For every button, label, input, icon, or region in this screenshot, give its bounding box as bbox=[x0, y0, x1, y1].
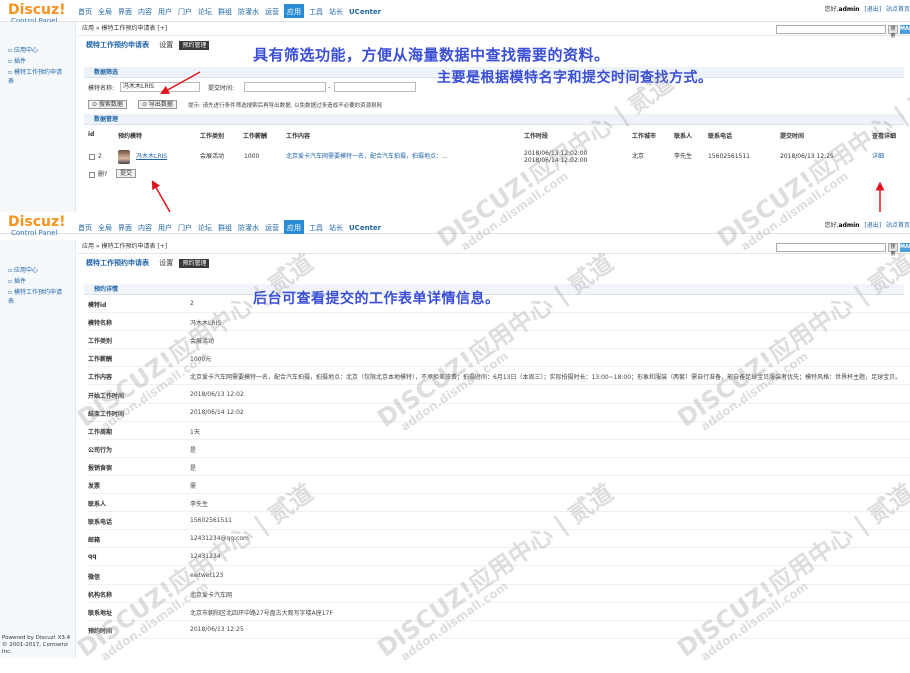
sidebar-item-label: 模特工作预约申请表 bbox=[8, 289, 62, 305]
detail-value: 2 bbox=[190, 300, 194, 307]
detail-key: 模特id bbox=[88, 302, 107, 309]
detail-value: 李先生 bbox=[190, 501, 209, 509]
detail-row: 工作周期 1天 bbox=[88, 422, 910, 440]
nav-item-1[interactable]: 全局 bbox=[97, 222, 113, 234]
sidebar: ▫ 应用中心 ▫ 插件 ▫ 模特工作预约申请表 Powered by Discu… bbox=[0, 240, 76, 658]
sidebar-item-plugins[interactable]: ▫ 插件 bbox=[0, 277, 75, 286]
detail-value: 15602561511 bbox=[190, 517, 232, 525]
sidebar-item-app-center[interactable]: ▫ 应用中心 bbox=[0, 266, 75, 275]
page-title: 模特工作预约申请表 bbox=[86, 259, 149, 267]
nav-item-4[interactable]: 用户 bbox=[157, 222, 173, 234]
tab-settings[interactable]: 设置 bbox=[159, 259, 173, 267]
detail-value: 北京市朝阳区北四环中路27号盘古大观写字楼A座17F bbox=[190, 609, 333, 617]
detail-key: 工作薪酬 bbox=[88, 356, 113, 364]
detail-row: 结束工作时间 2018/06/14 12:02 bbox=[88, 404, 910, 422]
detail-row: 联系电话 15602561511 bbox=[88, 512, 910, 531]
sidebar-item-label: 插件 bbox=[13, 278, 26, 285]
detail-value: 是 bbox=[190, 446, 197, 454]
username: admin bbox=[838, 222, 860, 229]
detail-row: 报销食宿 是 bbox=[88, 458, 910, 476]
detail-value: 2018/06/13 12:02 bbox=[190, 390, 244, 398]
nav-item-8[interactable]: 防灌水 bbox=[237, 222, 260, 234]
powered-line1: Powered by Discuz! X3.4 bbox=[2, 635, 71, 641]
nav-item-3[interactable]: 内容 bbox=[137, 222, 153, 234]
detail-key: 联系电话 bbox=[88, 519, 113, 527]
sidebar-item-label: 应用中心 bbox=[13, 267, 38, 274]
detail-key: 工作类别 bbox=[88, 338, 113, 346]
arrow-to-model-link bbox=[151, 180, 171, 212]
logout-link[interactable]: [退出] bbox=[864, 222, 881, 229]
admin-search-input[interactable] bbox=[776, 243, 886, 252]
logo-text: Discuz! bbox=[8, 214, 66, 230]
user-bar: 您好,admin [退出] 站点首页 bbox=[822, 220, 910, 229]
top-nav: 首页 全局 界面 内容 用户 门户 论坛 群组 防灌水 运营 应用 工具 站长 UCenter bbox=[77, 220, 386, 234]
nav-item-5[interactable]: 门户 bbox=[177, 222, 193, 234]
tab-manage[interactable]: 预约管理 bbox=[179, 259, 210, 268]
detail-key: 模特名称 bbox=[88, 320, 113, 328]
page-tabs: 模特工作预约申请表 设置 预约管理 bbox=[78, 254, 910, 272]
arrow-to-name-input bbox=[160, 71, 201, 95]
screenshot-list-view: Discuz! Control Panel 首页 全局 界面 内容 用户 门户 论坛 群组 防灌… bbox=[0, 0, 910, 212]
detail-row: 发票 需 bbox=[88, 476, 910, 494]
discuz-logo[interactable]: Discuz! Control Panel bbox=[8, 215, 66, 237]
greeting: 您好, bbox=[824, 222, 839, 229]
detail-key: 工作内容 bbox=[88, 374, 113, 382]
annotation-arrows bbox=[151, 71, 885, 212]
sidebar-item-model-booking[interactable]: ▫ 模特工作预约申请表 bbox=[0, 288, 75, 306]
detail-key: 发票 bbox=[88, 483, 101, 490]
detail-key: 邮箱 bbox=[88, 537, 101, 545]
admin-search-button[interactable]: 搜索 bbox=[888, 243, 898, 257]
detail-key: 微信 bbox=[88, 573, 101, 581]
detail-key: qq bbox=[88, 553, 97, 561]
detail-row: 预约时间 2018/06/13 12:25 bbox=[88, 621, 910, 639]
powered-by: Powered by Discuz! X3.4 © 2001-2017, Com… bbox=[2, 635, 75, 656]
nav-item-10[interactable]: 应用 bbox=[284, 220, 304, 234]
nav-item-6[interactable]: 论坛 bbox=[197, 222, 213, 234]
site-home-link[interactable]: 站点首页 bbox=[886, 222, 910, 229]
detail-key: 报销食宿 bbox=[88, 464, 113, 472]
nav-item-11[interactable]: 工具 bbox=[308, 222, 324, 234]
detail-row: 联系人 李先生 bbox=[88, 494, 910, 513]
detail-key: 联系人 bbox=[88, 501, 107, 509]
nav-item-0[interactable]: 首页 bbox=[77, 222, 93, 234]
nav-item-9[interactable]: 运营 bbox=[264, 222, 280, 234]
detail-key: 机构名称 bbox=[88, 591, 113, 599]
detail-key: 公司行为 bbox=[88, 446, 113, 454]
detail-value: 1天 bbox=[190, 428, 200, 436]
nav-item-13[interactable]: UCenter bbox=[348, 222, 382, 234]
detail-value: 2018/06/13 12:25 bbox=[190, 625, 244, 633]
detail-row: 公司行为 是 bbox=[88, 440, 910, 458]
powered-line2: © 2001-2017, Comsenz Inc. bbox=[2, 642, 68, 655]
logo-subtitle: Control Panel bbox=[11, 229, 58, 237]
detail-value: 需 bbox=[190, 483, 197, 490]
nav-item-7[interactable]: 群组 bbox=[217, 222, 233, 234]
nav-item-12[interactable]: 站长 bbox=[328, 222, 344, 234]
detail-value: 是 bbox=[190, 464, 197, 472]
detail-value: 2018/06/14 12:02 bbox=[190, 408, 244, 416]
detail-row: 开始工作时间 2018/06/13 12:02 bbox=[88, 386, 910, 404]
nav-item-2[interactable]: 界面 bbox=[117, 222, 133, 234]
